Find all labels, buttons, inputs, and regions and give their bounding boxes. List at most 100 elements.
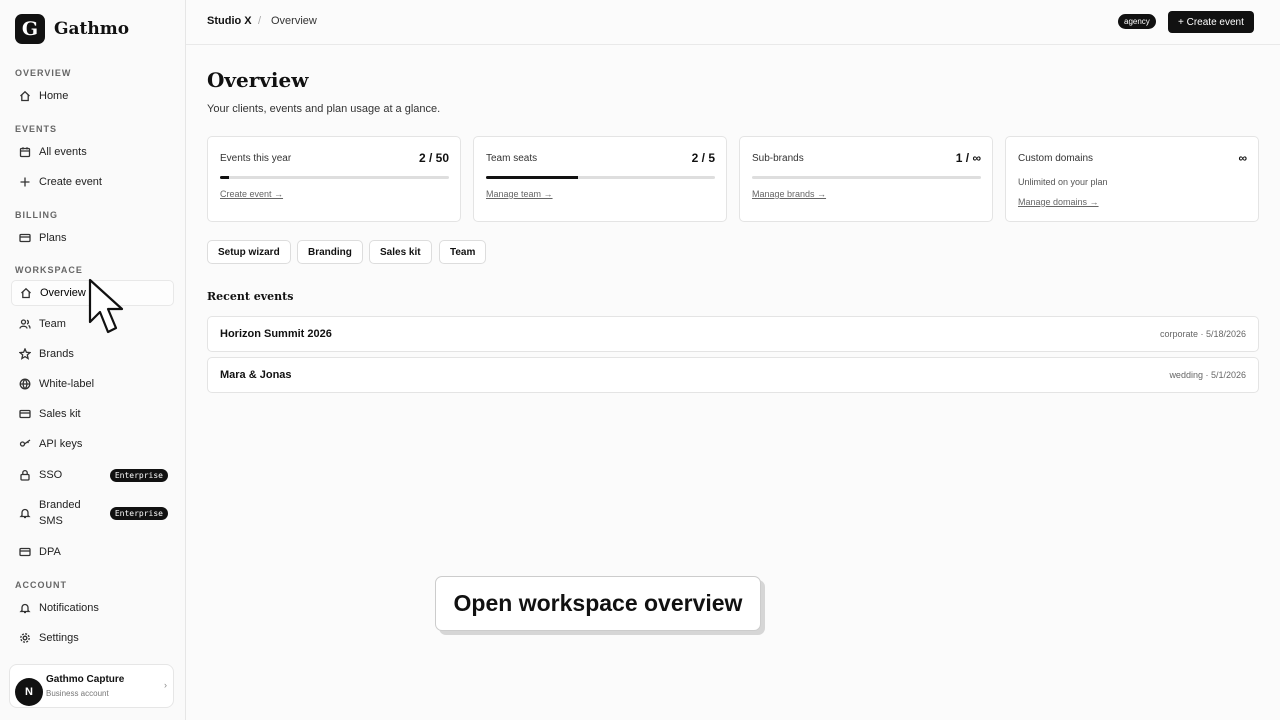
users-icon — [19, 318, 31, 330]
enterprise-badge: Enterprise — [109, 468, 168, 482]
nav-section-overview: OVERVIEW — [15, 68, 72, 78]
sidebar-item-label: Overview — [40, 287, 86, 299]
sidebar-item-sso[interactable]: SSO Enterprise — [11, 462, 174, 488]
sidebar-item-all-events[interactable]: All events — [11, 139, 174, 165]
recent-events-title: Recent events — [207, 290, 294, 303]
sidebar: G Gathmo OVERVIEW Home EVENTS All events… — [0, 0, 186, 720]
avatar: N — [15, 678, 43, 706]
star-icon — [19, 348, 31, 360]
sidebar-item-label: Team — [39, 318, 66, 330]
step-caption: Open workspace overview — [435, 576, 761, 631]
event-name: Mara & Jonas — [220, 369, 292, 381]
sidebar-item-label: Brands — [39, 348, 74, 360]
sidebar-item-sales-kit[interactable]: Sales kit — [11, 401, 174, 427]
sidebar-item-plans[interactable]: Plans — [11, 225, 174, 251]
sidebar-item-create-event[interactable]: Create event — [11, 169, 174, 195]
home-icon — [19, 90, 31, 102]
sidebar-item-label: All events — [39, 146, 87, 158]
credit-card-icon — [19, 408, 31, 420]
calendar-icon — [19, 146, 31, 158]
nav-section-workspace: WORKSPACE — [15, 265, 83, 275]
sidebar-item-label: DPA — [39, 546, 61, 558]
plan-badge: agency — [1118, 14, 1156, 29]
breadcrumb-current: Overview — [271, 15, 317, 27]
brand-logo: G — [15, 14, 45, 44]
sidebar-item-label: Create event — [39, 176, 102, 188]
brand-name: Gathmo — [54, 19, 130, 39]
sidebar-item-label: White-label — [39, 378, 95, 390]
stat-card-team-seats: Team seats 2 / 5 Manage team → — [473, 136, 727, 222]
lock-icon — [19, 469, 31, 481]
sidebar-item-brands[interactable]: Brands — [11, 341, 174, 367]
usage-progress-bar — [486, 176, 715, 179]
usage-progress-fill — [486, 176, 578, 179]
event-name: Horizon Summit 2026 — [220, 328, 332, 340]
home-icon — [20, 287, 32, 299]
sidebar-item-notifications[interactable]: Notifications — [11, 595, 174, 621]
create-event-button[interactable]: + Create event — [1168, 11, 1254, 33]
usage-progress-fill — [220, 176, 230, 179]
sidebar-item-label: Sales kit — [39, 408, 81, 420]
sales-kit-button[interactable]: Sales kit — [369, 240, 432, 264]
stat-label: Sub-brands — [752, 153, 804, 164]
page-subtitle: Your clients, events and plan usage at a… — [207, 103, 441, 115]
breadcrumb-root[interactable]: Studio X — [207, 15, 252, 27]
sidebar-item-label: Settings — [39, 632, 79, 644]
branding-button[interactable]: Branding — [297, 240, 363, 264]
stat-card-events: Events this year 2 / 50 Create event → — [207, 136, 461, 222]
sidebar-item-branded-sms[interactable]: Branded SMS Enterprise — [11, 495, 174, 531]
key-icon — [19, 438, 31, 450]
sidebar-item-label: Plans — [39, 232, 67, 244]
nav-section-billing: BILLING — [15, 210, 58, 220]
sidebar-item-label: Notifications — [39, 602, 99, 614]
app-root: G Gathmo OVERVIEW Home EVENTS All events… — [0, 0, 1280, 720]
stat-label: Events this year — [220, 153, 292, 164]
globe-icon — [19, 378, 31, 390]
nav-section-account: ACCOUNT — [15, 580, 67, 590]
stat-value: ∞ — [1238, 151, 1247, 165]
stat-card-custom-domains: Custom domains ∞ Unlimited on your plan … — [1005, 136, 1259, 222]
top-bar: Studio X / Overview agency + Create even… — [186, 0, 1280, 45]
credit-card-icon — [19, 546, 31, 558]
bell-icon — [19, 602, 31, 614]
create-event-link[interactable]: Create event → — [220, 189, 283, 199]
setup-wizard-button[interactable]: Setup wizard — [207, 240, 291, 264]
gear-icon — [19, 632, 31, 644]
account-type: Business account — [46, 689, 109, 698]
event-row[interactable]: Mara & Jonas wedding · 5/1/2026 — [207, 357, 1259, 393]
sidebar-item-label: SSO — [39, 469, 63, 481]
manage-brands-link[interactable]: Manage brands → — [752, 189, 826, 199]
sidebar-item-settings[interactable]: Settings — [11, 625, 174, 651]
page-title: Overview — [207, 68, 309, 92]
manage-domains-link[interactable]: Manage domains → — [1018, 197, 1099, 207]
sidebar-item-dpa[interactable]: DPA — [11, 539, 174, 565]
enterprise-badge: Enterprise — [109, 506, 168, 520]
chevron-right-icon: › — [164, 680, 167, 690]
stat-value: 1 / ∞ — [955, 151, 981, 165]
account-switcher[interactable]: N Gathmo Capture Business account › — [9, 664, 174, 708]
stat-value: 2 / 50 — [418, 151, 449, 165]
credit-card-icon — [19, 232, 31, 244]
stat-card-sub-brands: Sub-brands 1 / ∞ Manage brands → — [739, 136, 993, 222]
sidebar-item-white-label[interactable]: White-label — [11, 371, 174, 397]
sidebar-item-label: API keys — [39, 438, 83, 450]
usage-progress-bar — [752, 176, 981, 179]
sidebar-item-label: Home — [39, 90, 69, 102]
sidebar-item-home[interactable]: Home — [11, 83, 174, 109]
plus-icon — [19, 176, 31, 188]
sidebar-item-api-keys[interactable]: API keys — [11, 431, 174, 457]
usage-progress-bar — [220, 176, 449, 179]
account-name: Gathmo Capture — [46, 674, 125, 685]
brand[interactable]: G Gathmo — [15, 14, 129, 44]
manage-team-link[interactable]: Manage team → — [486, 189, 553, 199]
event-meta: corporate · 5/18/2026 — [1159, 329, 1246, 339]
stat-label: Custom domains — [1018, 153, 1094, 164]
sidebar-item-label: Branded SMS — [39, 499, 81, 527]
event-row[interactable]: Horizon Summit 2026 corporate · 5/18/202… — [207, 316, 1259, 352]
breadcrumb-separator: / — [258, 15, 262, 27]
mouse-cursor-icon — [88, 278, 124, 334]
stat-note: Unlimited on your plan — [1018, 177, 1108, 187]
stat-value: 2 / 5 — [691, 151, 715, 165]
team-button[interactable]: Team — [439, 240, 487, 264]
event-meta: wedding · 5/1/2026 — [1169, 370, 1246, 380]
